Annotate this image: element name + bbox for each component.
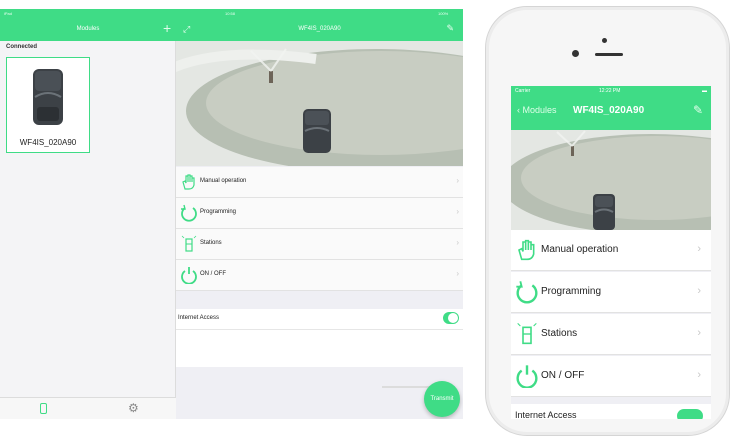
sidebar-title: Modules <box>76 26 100 32</box>
iphone-navigation-bar: ‹ Modules WF4IS_020A90 ✎ <box>511 96 711 130</box>
internet-access-row: Internet Access <box>176 309 463 329</box>
page-title: WF4IS_020A90 <box>573 105 645 116</box>
menu-item-label: ON / OFF <box>541 370 585 381</box>
hand-icon <box>518 239 535 261</box>
transmit-button[interactable]: Transmit <box>424 381 460 417</box>
module-icon[interactable] <box>40 403 47 414</box>
cycle-icon <box>516 281 538 304</box>
hero-image <box>511 130 711 236</box>
module-detail: Manual operation › Programming › Station… <box>176 41 463 419</box>
cycle-icon <box>181 204 197 222</box>
module-name: WF4IS_020A90 <box>19 138 77 147</box>
internet-access-row: Internet Access <box>511 404 711 419</box>
chevron-right-icon: › <box>697 285 701 297</box>
menu-item-on-off[interactable]: ON / OFF › <box>511 356 711 397</box>
menu-item-stations[interactable]: Stations › <box>511 314 711 355</box>
back-button[interactable]: ‹ Modules <box>517 105 557 115</box>
chevron-right-icon: › <box>697 243 701 255</box>
chevron-right-icon: › <box>456 269 459 278</box>
chevron-right-icon: › <box>697 369 701 381</box>
sprinkler-icon <box>181 235 197 252</box>
menu-item-label: ON / OFF <box>200 271 226 277</box>
chevron-right-icon: › <box>456 176 459 185</box>
status-carrier: iPad <box>4 11 13 16</box>
sidebar-tab-bar: ⚙ <box>0 397 176 419</box>
hand-icon <box>182 174 195 190</box>
menu-item-manual-operation[interactable]: Manual operation › <box>176 167 463 198</box>
menu-item-programming[interactable]: Programming › <box>176 198 463 229</box>
chevron-right-icon: › <box>456 238 459 247</box>
internet-panel <box>176 329 463 367</box>
section-header-connected: Connected <box>6 44 38 50</box>
status-carrier: Carrier <box>515 88 531 94</box>
battery-icon: ▬ <box>702 88 707 94</box>
detail-title: WF4IS_020A90 <box>298 26 341 32</box>
menu-item-label: Stations <box>541 328 578 339</box>
chevron-right-icon: › <box>697 327 701 339</box>
edit-icon[interactable]: ✎ <box>693 103 703 117</box>
sprinkler-icon <box>517 322 537 345</box>
menu-item-programming[interactable]: Programming › <box>511 272 711 313</box>
ipad-status-bar: iPad 10:58 100% <box>0 9 463 19</box>
ipad-app-window: iPad 10:58 100% Modules + ⤢ WF4IS_020A90… <box>0 9 463 419</box>
menu-item-label: Programming <box>541 286 602 297</box>
detail-menu: Manual operation › Programming › Station… <box>176 167 463 291</box>
iphone-status-bar: Carrier 12:22 PM ▬ <box>511 86 711 96</box>
internet-access-label: Internet Access <box>515 410 577 419</box>
earpiece-speaker <box>595 53 623 56</box>
edit-icon[interactable]: ✎ <box>446 23 454 34</box>
status-battery: 100% <box>438 11 449 16</box>
status-time: 12:22 PM <box>599 88 621 94</box>
front-camera <box>602 38 607 43</box>
power-icon <box>516 365 538 388</box>
menu-item-on-off[interactable]: ON / OFF › <box>176 260 463 291</box>
menu-item-label: Manual operation <box>200 178 247 184</box>
hero-image <box>176 41 463 166</box>
internet-access-toggle[interactable] <box>443 312 459 324</box>
add-module-icon[interactable]: + <box>163 21 171 35</box>
menu-item-manual-operation[interactable]: Manual operation › <box>511 230 711 271</box>
proximity-sensor <box>572 50 579 57</box>
menu-item-stations[interactable]: Stations › <box>176 229 463 260</box>
controller-image <box>33 69 63 125</box>
menu-item-label: Manual operation <box>541 244 619 255</box>
module-card[interactable]: WF4IS_020A90 <box>6 57 90 153</box>
menu-item-label: Stations <box>200 240 222 246</box>
internet-access-toggle[interactable] <box>677 409 703 419</box>
internet-access-label: Internet Access <box>178 315 220 321</box>
ipad-navigation-bar: Modules + ⤢ WF4IS_020A90 ✎ <box>0 19 463 41</box>
back-label: Modules <box>522 105 557 115</box>
chevron-right-icon: › <box>456 207 459 216</box>
modules-sidebar: Connected WF4IS_020A90 ⚙ <box>0 41 176 419</box>
status-time: 10:58 <box>225 11 236 16</box>
gear-icon[interactable]: ⚙ <box>128 401 139 415</box>
power-icon <box>181 267 197 284</box>
iphone-screen: Carrier 12:22 PM ▬ ‹ Modules WF4IS_020A9… <box>511 86 711 419</box>
menu-item-label: Programming <box>200 209 237 215</box>
